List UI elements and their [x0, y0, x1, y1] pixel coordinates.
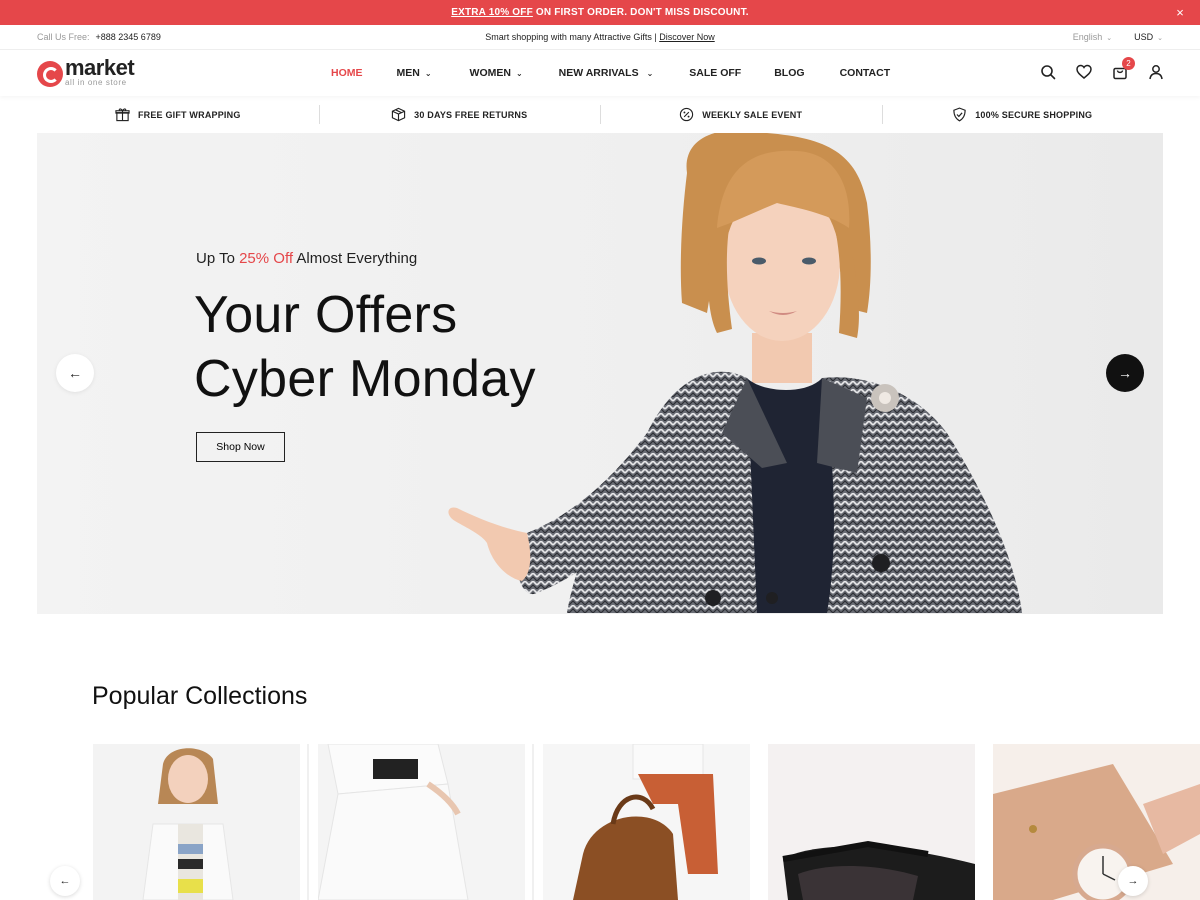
collection-card-women[interactable] [93, 744, 300, 900]
collection-card-bags[interactable] [543, 744, 750, 900]
currency-select[interactable]: USD ⌄ [1134, 25, 1163, 51]
nav-item-men[interactable]: MEN ⌄ [397, 67, 432, 79]
card-divider [532, 744, 534, 900]
chevron-down-icon: ⌄ [1157, 35, 1163, 42]
collection-image [993, 764, 1200, 900]
nav-item-sale-off[interactable]: SALE OFF [689, 67, 741, 79]
feature-weekly-sale: WEEKLY SALE EVENT [600, 96, 882, 133]
tagline: Smart shopping with many Attractive Gift… [0, 25, 1200, 50]
nav-label: WOMEN [469, 67, 511, 79]
shield-icon [953, 107, 966, 122]
card-divider [307, 744, 309, 900]
nav-item-new-arrivals[interactable]: NEW ARRIVALS ⌄ [559, 67, 654, 79]
currency-value: USD [1134, 32, 1154, 42]
nav-label: NEW ARRIVALS [558, 67, 639, 79]
features-strip: FREE GIFT WRAPPING 30 DAYS FREE RETURNS … [37, 96, 1163, 133]
kicker-text: Up To [196, 250, 240, 267]
cart-icon[interactable]: 2 [1112, 57, 1135, 80]
hero-title-line: Cyber Monday [194, 350, 536, 408]
discover-now-link[interactable]: Discover Now [659, 32, 715, 42]
main-header: market all in one store HOME MEN ⌄ WOMEN ⌄… [0, 50, 1200, 96]
collection-card-pants[interactable] [318, 744, 525, 900]
collections-carousel: ← → [50, 744, 1200, 900]
promo-text: ON FIRST ORDER. DON'T MISS DISCOUNT. [532, 7, 749, 18]
hero-title: Your Offers Cyber Monday [194, 283, 536, 411]
chevron-down-icon: ⌄ [515, 68, 523, 78]
collection-image [142, 748, 234, 900]
feature-label: 30 DAYS FREE RETURNS [414, 109, 528, 120]
nav-item-women[interactable]: WOMEN ⌄ [470, 67, 523, 79]
kicker-discount: 25% Off [239, 250, 294, 267]
nav-label: CONTACT [839, 67, 891, 79]
feature-secure-shopping: 100% SECURE SHOPPING [881, 96, 1164, 133]
nav-item-blog[interactable]: BLOG [774, 67, 804, 79]
collection-card-sunglasses[interactable] [768, 744, 975, 900]
logo-mark-icon [37, 61, 63, 87]
feature-label: WEEKLY SALE EVENT [702, 109, 803, 120]
nav-label: SALE OFF [689, 67, 742, 79]
hero-slider: Up To 25% Off Almost Everything Your Off… [37, 133, 1163, 614]
collection-image [318, 744, 469, 900]
hero-next-arrow-icon[interactable]: → [1106, 354, 1144, 392]
percent-badge-icon [680, 107, 694, 122]
nav-item-home[interactable]: HOME [331, 67, 363, 79]
logo-tagline: all in one store [65, 78, 127, 87]
user-icon[interactable] [1148, 64, 1164, 80]
cart-count-badge: 2 [1122, 57, 1135, 70]
nav-label: HOME [331, 67, 363, 79]
logo[interactable]: market all in one store [37, 55, 135, 88]
chevron-down-icon: ⌄ [1106, 35, 1113, 42]
close-icon[interactable]: × [1176, 0, 1184, 25]
gift-icon [115, 108, 130, 122]
tagline-text: Smart shopping with many Attractive Gift… [485, 32, 657, 42]
locale-selectors: English ⌄ USD ⌄ [1073, 25, 1163, 51]
feature-gift-wrapping: FREE GIFT WRAPPING [37, 96, 319, 133]
feature-label: 100% SECURE SHOPPING [975, 109, 1093, 120]
hero-title-line: Your Offers [194, 286, 458, 344]
feature-free-returns: 30 DAYS FREE RETURNS [318, 96, 601, 133]
chevron-down-icon: ⌄ [424, 68, 432, 78]
collections-prev-arrow-icon[interactable]: ← [50, 866, 80, 896]
promo-bar: EXTRA 10% OFF ON FIRST ORDER. DON'T MISS… [0, 0, 1200, 25]
logo-name: market [65, 55, 135, 80]
collection-image [573, 744, 718, 900]
nav-label: BLOG [774, 67, 805, 79]
box-icon [391, 107, 406, 122]
collection-image [782, 840, 975, 900]
hero-prev-arrow-icon[interactable]: ← [56, 354, 94, 392]
header-actions: 2 [1040, 57, 1164, 80]
shop-now-button[interactable]: Shop Now [196, 432, 285, 462]
language-value: English [1072, 32, 1103, 42]
collection-card-watches[interactable] [993, 744, 1200, 900]
heart-icon[interactable] [1076, 64, 1092, 80]
search-icon[interactable] [1040, 64, 1056, 80]
nav-label: MEN [396, 67, 420, 79]
collections-title: Popular Collections [92, 682, 308, 710]
main-nav: HOME MEN ⌄ WOMEN ⌄ NEW ARRIVALS ⌄ SALE OFF … [331, 50, 890, 96]
promo-highlight-link[interactable]: EXTRA 10% OFF [451, 7, 533, 18]
language-select[interactable]: English ⌄ [1073, 25, 1112, 51]
hero-kicker: Up To 25% Off Almost Everything [196, 250, 417, 267]
feature-label: FREE GIFT WRAPPING [137, 109, 241, 120]
chevron-down-icon: ⌄ [646, 68, 654, 78]
kicker-text: Almost Everything [293, 250, 418, 267]
top-bar: Call Us Free: +888 2345 6789 Smart shoppi… [0, 25, 1200, 50]
collections-next-arrow-icon[interactable]: → [1118, 866, 1148, 896]
logo-text: market all in one store [65, 55, 135, 88]
nav-item-contact[interactable]: CONTACT [840, 67, 891, 79]
